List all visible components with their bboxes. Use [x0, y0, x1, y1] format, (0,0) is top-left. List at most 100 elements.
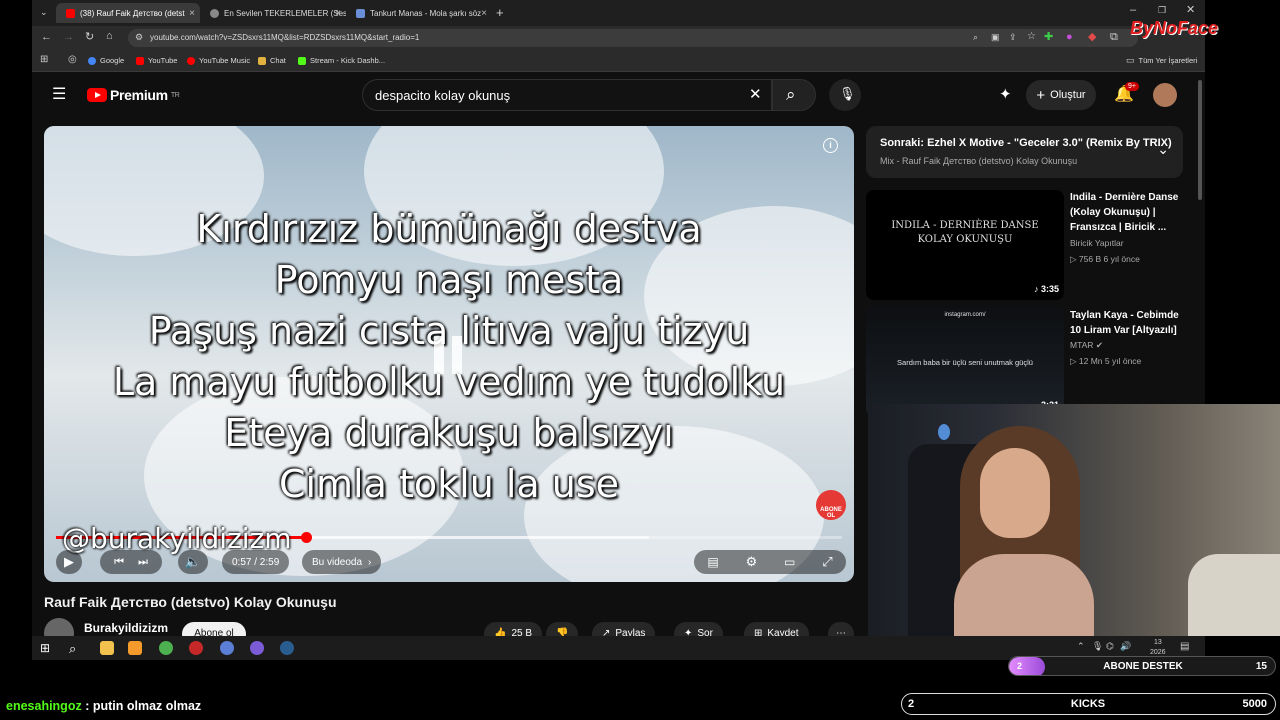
- apps-grid-icon[interactable]: ⊞: [40, 55, 48, 65]
- all-bookmarks[interactable]: ▭ Tüm Yer İşaretleri: [1126, 55, 1197, 66]
- file-explorer-icon[interactable]: [100, 641, 114, 655]
- tray-chevron-icon[interactable]: ⌃: [1077, 642, 1085, 651]
- progress-scrubber[interactable]: [300, 532, 312, 543]
- bookmark-youtube-music[interactable]: YouTube Music: [187, 56, 250, 65]
- info-icon[interactable]: i: [823, 138, 838, 153]
- room-light: [938, 424, 950, 440]
- settings-app-icon[interactable]: [128, 641, 142, 655]
- up-next-title: Sonraki: Ezhel X Motive - "Geceler 3.0" …: [880, 137, 1172, 149]
- extension-green-icon[interactable]: ✚: [1044, 32, 1053, 43]
- star-icon[interactable]: ☆: [1027, 32, 1036, 42]
- time-display: 0:57 / 2:59: [222, 550, 290, 574]
- volume-icon: 🔈: [184, 554, 202, 569]
- tray-network-icon[interactable]: ⌬: [1106, 642, 1114, 651]
- search-value: despacito kolay okunuş: [375, 88, 511, 103]
- minimize-icon[interactable]: –: [1130, 5, 1136, 16]
- tab-tankurt-manas[interactable]: Tankurt Manas - Mola şarkı söz ×: [346, 3, 492, 23]
- microphone-icon: 🎙: [839, 86, 856, 101]
- subscribe-watermark[interactable]: ABONE OL: [816, 490, 846, 520]
- extension-red-icon[interactable]: ◆: [1088, 32, 1096, 43]
- previous-icon[interactable]: ⏮: [114, 556, 124, 569]
- volume-button[interactable]: 🔈: [178, 550, 208, 574]
- close-tab-icon[interactable]: ×: [189, 8, 195, 19]
- time-text: 0:57 / 2:59: [232, 556, 280, 568]
- tab-tekerlemeler[interactable]: En Sevilen TEKERLEMELER (Ses ×: [200, 3, 346, 23]
- youtube-premium-logo[interactable]: Premium TR: [87, 87, 180, 103]
- video-thumbnail[interactable]: INDILA - DERNIÈRE DANSE KOLAY OKUNUŞU ♪ …: [866, 190, 1064, 300]
- up-next-panel[interactable]: Sonraki: Ezhel X Motive - "Geceler 3.0" …: [866, 126, 1183, 178]
- next-icon[interactable]: ⏭: [138, 556, 148, 569]
- forward-icon[interactable]: →: [63, 32, 74, 43]
- fullscreen-icon[interactable]: ⤢: [822, 554, 832, 570]
- theater-mode-icon[interactable]: ▭: [784, 555, 795, 569]
- taskbar-search-icon[interactable]: ⌕: [69, 641, 83, 656]
- chevron-down-icon[interactable]: ⌄: [1157, 141, 1169, 158]
- bookmark-label: YouTube: [148, 56, 178, 65]
- app-blue-icon[interactable]: [220, 641, 234, 655]
- tab-search-icon[interactable]: ⌄: [40, 8, 48, 17]
- tray-mic-icon[interactable]: 🎙: [1092, 642, 1103, 651]
- notification-center-icon[interactable]: ▤: [1180, 642, 1189, 652]
- bookmark-kick-dashboard[interactable]: Stream - Kick Dashb...: [298, 56, 385, 65]
- steam-icon[interactable]: [280, 641, 294, 655]
- app-purple-icon[interactable]: [250, 641, 264, 655]
- clock-year[interactable]: 2026: [1150, 649, 1166, 656]
- tab-rauf-faik[interactable]: (38) Rauf Faik Детство (detst ×: [56, 3, 200, 23]
- play-button[interactable]: ▶: [56, 550, 82, 574]
- youtube-header: ☰ Premium TR despacito kolay okunuş ✕ ⌕ …: [32, 72, 1205, 118]
- recommendation-meta: ▷ 12 Mn 5 yıl önce: [1070, 356, 1141, 367]
- search-input[interactable]: despacito kolay okunuş ✕: [362, 79, 772, 111]
- chat-icon: [258, 56, 266, 65]
- url-field[interactable]: ⚙ youtube.com/watch?v=ZSDsxrs11MQ&list=R…: [128, 29, 1138, 47]
- restore-icon[interactable]: ❐: [1158, 6, 1166, 15]
- site-info-icon[interactable]: ⚙: [135, 33, 143, 42]
- channel-name[interactable]: Burakyildizizm: [84, 621, 168, 635]
- recommendation-item[interactable]: instagram.com/ Sardım baba bir üçlü seni…: [866, 306, 1196, 416]
- windows-start-icon[interactable]: ⊞: [40, 641, 54, 655]
- bookmark-youtube[interactable]: YouTube: [136, 56, 177, 65]
- bookmark-label: YouTube Music: [199, 56, 251, 65]
- app-red-icon[interactable]: [189, 641, 203, 655]
- zoom-icon[interactable]: ⌕: [973, 33, 978, 42]
- premium-sparkle-icon[interactable]: ✦: [999, 87, 1012, 102]
- voice-search-button[interactable]: 🎙: [829, 79, 861, 111]
- cast-icon[interactable]: ▣: [991, 33, 1000, 42]
- folder-icon: ▭: [1126, 55, 1135, 65]
- tab-title: En Sevilen TEKERLEMELER (Ses: [224, 8, 346, 18]
- recommendation-item[interactable]: INDILA - DERNIÈRE DANSE KOLAY OKUNUŞU ♪ …: [866, 190, 1196, 300]
- in-video-chip[interactable]: Bu videoda ›: [302, 550, 382, 574]
- video-player[interactable]: i Kırdırızız bümünağı destva Pomyu naşı …: [44, 126, 854, 582]
- close-tab-icon[interactable]: ×: [481, 8, 487, 19]
- bookmark-google[interactable]: Google: [88, 56, 124, 65]
- youtube-favicon-icon: [66, 8, 75, 18]
- new-tab-icon[interactable]: +: [496, 6, 504, 19]
- lyric-line: Eteya durakuşu balsızyı: [224, 411, 674, 455]
- extensions-icon[interactable]: ⧉: [1110, 32, 1118, 43]
- clock-date[interactable]: 13: [1154, 639, 1162, 646]
- search-icon: ⌕: [786, 85, 796, 104]
- create-button[interactable]: + Oluştur: [1026, 80, 1096, 110]
- clear-search-icon[interactable]: ✕: [749, 87, 762, 102]
- home-icon[interactable]: ⌂: [106, 31, 113, 42]
- close-tab-icon[interactable]: ×: [335, 8, 341, 19]
- scrollbar-thumb[interactable]: [1198, 80, 1202, 200]
- tray-volume-icon[interactable]: 🔊: [1120, 642, 1131, 651]
- chrome-icon[interactable]: [159, 641, 173, 655]
- bookmark-chat[interactable]: Chat: [258, 56, 286, 65]
- settings-gear-icon[interactable]: ⚙: [746, 554, 758, 570]
- account-avatar[interactable]: [1153, 83, 1177, 107]
- subtitles-icon[interactable]: ▤: [707, 555, 718, 569]
- back-icon[interactable]: ←: [41, 32, 52, 43]
- logo-text: Premium: [110, 87, 168, 103]
- hamburger-menu-icon[interactable]: ☰: [52, 87, 66, 103]
- share-icon[interactable]: ⇪: [1009, 33, 1017, 42]
- close-window-icon[interactable]: ✕: [1186, 5, 1195, 16]
- reload-icon[interactable]: ↻: [85, 32, 94, 43]
- extension-purple-icon[interactable]: ●: [1066, 32, 1073, 43]
- search-button[interactable]: ⌕: [772, 79, 816, 111]
- brand-logo: ByNoFace: [1130, 18, 1219, 38]
- center-pause-icon[interactable]: [434, 336, 464, 374]
- video-thumbnail[interactable]: instagram.com/ Sardım baba bir üçlü seni…: [866, 306, 1064, 416]
- chat-text: : putin olmaz olmaz: [81, 699, 202, 713]
- music-note-icon: ♪: [1033, 284, 1041, 294]
